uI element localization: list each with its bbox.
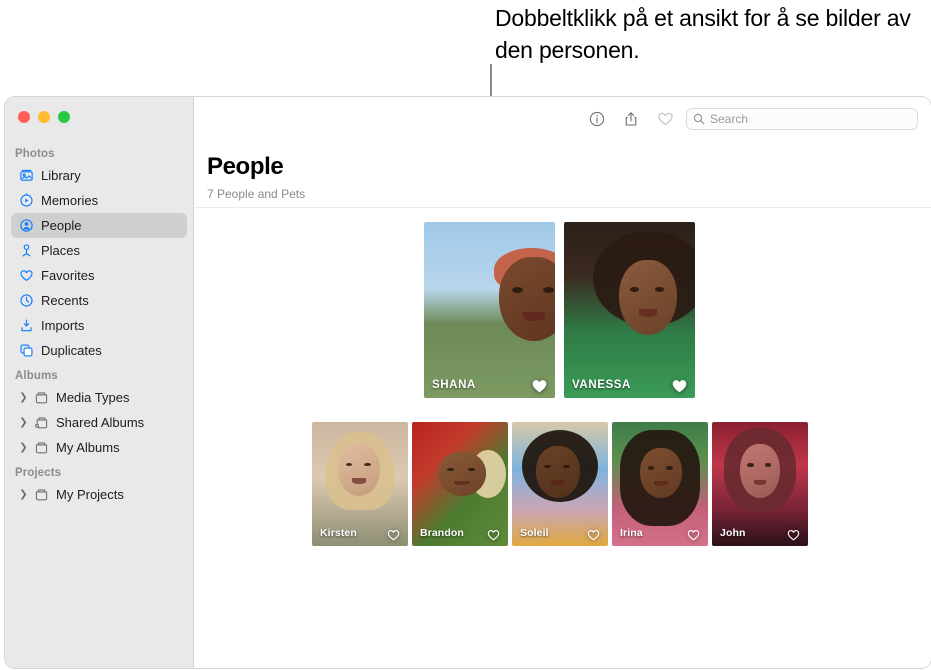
favorite-heart-icon[interactable] [652, 106, 678, 132]
folder-icon [30, 487, 52, 503]
person-tile[interactable]: Irina [612, 422, 708, 546]
person-name: Brandon [420, 527, 464, 539]
sidebar-section-header: Projects [5, 460, 193, 482]
person-tile[interactable]: John [712, 422, 808, 546]
sidebar-item-shared-albums[interactable]: ❯ Shared Albums [11, 410, 187, 435]
person-photo [424, 222, 555, 398]
sidebar-item-library[interactable]: Library [11, 163, 187, 188]
zoom-button[interactable] [58, 111, 70, 123]
sidebar-item-label: Imports [41, 318, 84, 333]
sidebar-item-my-albums[interactable]: ❯ My Albums [11, 435, 187, 460]
sidebar-item-label: My Projects [56, 487, 124, 502]
person-tile[interactable]: Brandon [412, 422, 508, 546]
person-photo [564, 222, 695, 398]
heart-filled-icon [672, 379, 687, 393]
share-icon[interactable] [618, 106, 644, 132]
person-name: Kirsten [320, 527, 357, 539]
sidebar-item-label: Media Types [56, 390, 129, 405]
import-icon [15, 318, 37, 334]
sidebar-item-label: Library [41, 168, 81, 183]
info-icon[interactable] [584, 106, 610, 132]
callout-text: Dobbeltklikk på et ansikt for å se bilde… [495, 2, 915, 66]
heart-outline-icon [787, 529, 800, 541]
chevron-right-icon[interactable]: ❯ [17, 442, 30, 453]
page-header: People 7 People and Pets [207, 153, 305, 201]
duplicates-icon [15, 343, 37, 359]
places-icon [15, 243, 37, 259]
sidebar-item-label: Duplicates [41, 343, 102, 358]
chevron-right-icon[interactable]: ❯ [17, 489, 30, 500]
content-area: Search People 7 People and Pets SHANA VA… [194, 97, 931, 668]
person-name: SHANA [432, 379, 476, 391]
window-controls [18, 111, 70, 123]
folder-icon [30, 390, 52, 406]
library-icon [15, 168, 37, 184]
heart-outline-icon [587, 529, 600, 541]
sidebar-item-label: Favorites [41, 268, 94, 283]
sidebar-item-my-projects[interactable]: ❯ My Projects [11, 482, 187, 507]
sidebar-item-people[interactable]: People [11, 213, 187, 238]
person-tile[interactable]: VANESSA [564, 222, 695, 398]
favorite-outline-icon[interactable] [787, 529, 800, 541]
sidebar-item-media-types[interactable]: ❯ Media Types [11, 385, 187, 410]
heart-filled-icon [532, 379, 547, 393]
photos-window: Photos Library Memories People Places Favorit… [5, 97, 931, 668]
person-tile[interactable]: Kirsten [312, 422, 408, 546]
heart-outline-icon [687, 529, 700, 541]
person-name: VANESSA [572, 379, 631, 391]
sidebar-item-label: Places [41, 243, 80, 258]
sidebar-item-label: Shared Albums [56, 415, 144, 430]
sidebar-item-places[interactable]: Places [11, 238, 187, 263]
sidebar-item-recents[interactable]: Recents [11, 288, 187, 313]
favorite-outline-icon[interactable] [387, 529, 400, 541]
people-grid: Kirsten Brandon Soleil Irina John [312, 422, 808, 546]
chevron-right-icon[interactable]: ❯ [17, 392, 30, 403]
person-tile[interactable]: SHANA [424, 222, 555, 398]
page-subtitle: 7 People and Pets [207, 187, 305, 201]
sidebar-section-header: Albums [5, 363, 193, 385]
folder-icon [30, 440, 52, 456]
minimize-button[interactable] [38, 111, 50, 123]
sidebar-section-header: Photos [5, 141, 193, 163]
people-icon [15, 218, 37, 234]
sidebar-item-memories[interactable]: Memories [11, 188, 187, 213]
heart-icon [15, 268, 37, 284]
sidebar-item-label: Memories [41, 193, 98, 208]
featured-people-grid: SHANA VANESSA [424, 222, 695, 398]
sidebar-item-label: My Albums [56, 440, 120, 455]
chevron-right-icon[interactable]: ❯ [17, 417, 30, 428]
heart-outline-icon [387, 529, 400, 541]
person-name: John [720, 527, 745, 539]
favorite-filled-icon[interactable] [672, 379, 687, 393]
memories-icon [15, 193, 37, 209]
page-title: People [207, 153, 305, 181]
person-tile[interactable]: Soleil [512, 422, 608, 546]
favorite-outline-icon[interactable] [687, 529, 700, 541]
sidebar-list[interactable]: Photos Library Memories People Places Favorit… [5, 141, 193, 668]
search-placeholder: Search [710, 112, 748, 126]
favorite-outline-icon[interactable] [487, 529, 500, 541]
sidebar-item-label: Recents [41, 293, 89, 308]
search-icon [693, 113, 705, 125]
search-input[interactable]: Search [686, 108, 918, 130]
sidebar-item-duplicates[interactable]: Duplicates [11, 338, 187, 363]
favorite-filled-icon[interactable] [532, 379, 547, 393]
sidebar-item-label: People [41, 218, 81, 233]
favorite-outline-icon[interactable] [587, 529, 600, 541]
person-name: Irina [620, 527, 643, 539]
person-name: Soleil [520, 527, 549, 539]
sidebar-item-favorites[interactable]: Favorites [11, 263, 187, 288]
sidebar-item-imports[interactable]: Imports [11, 313, 187, 338]
toolbar: Search [194, 97, 931, 141]
clock-icon [15, 293, 37, 309]
heart-outline-icon [487, 529, 500, 541]
shared-folder-icon [30, 415, 52, 431]
sidebar: Photos Library Memories People Places Favorit… [5, 97, 194, 668]
close-button[interactable] [18, 111, 30, 123]
header-divider [194, 207, 931, 208]
